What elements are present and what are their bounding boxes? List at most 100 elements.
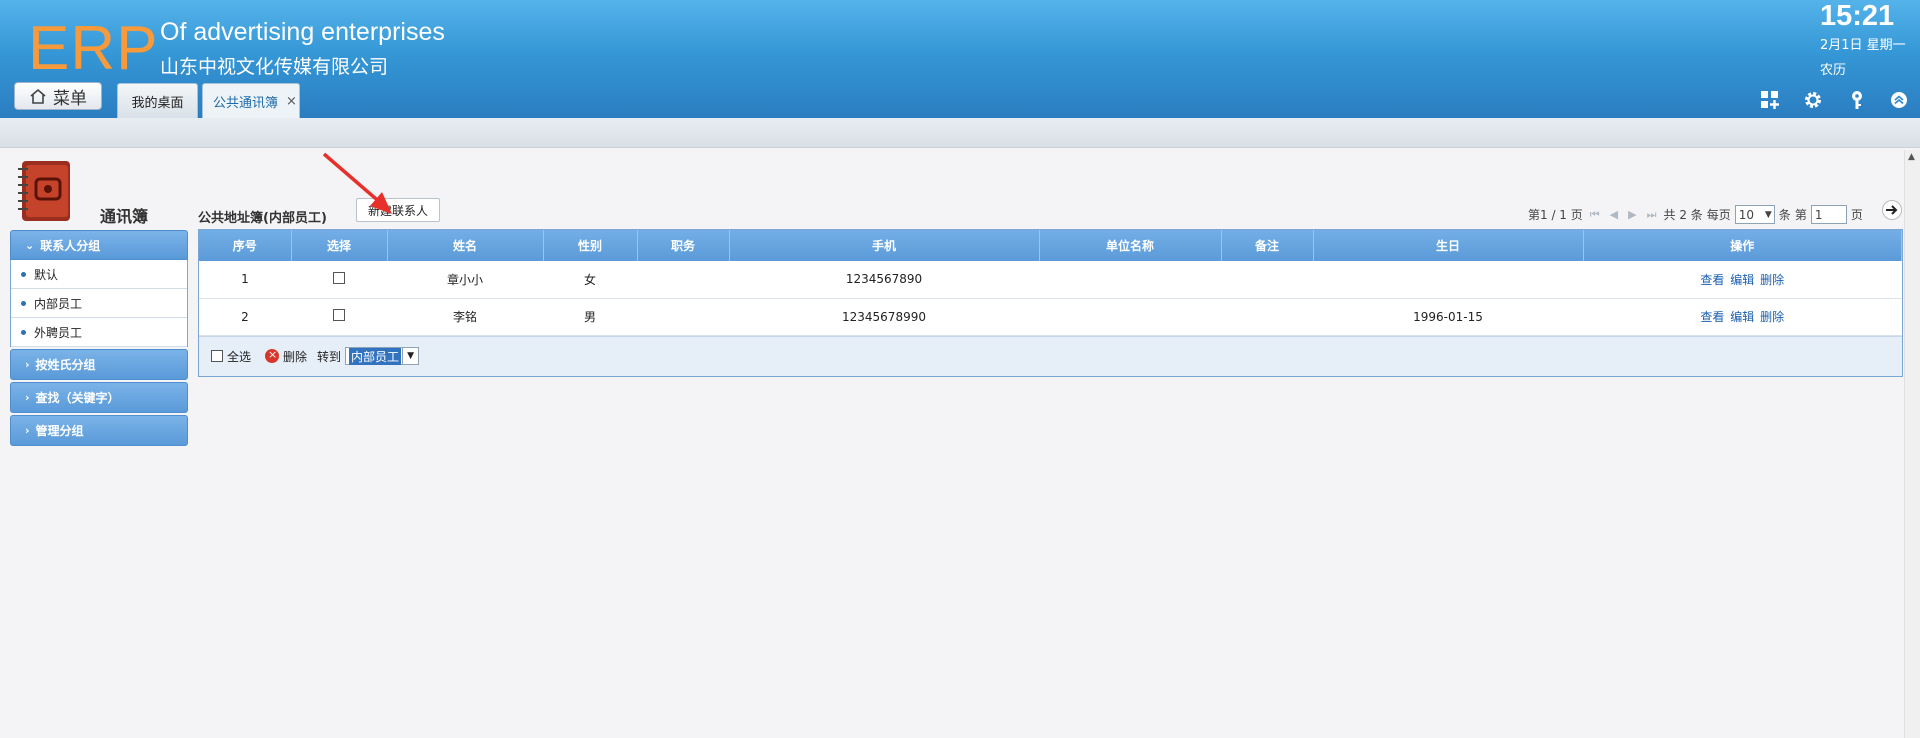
- per-page-label: 每页: [1706, 208, 1731, 222]
- bullet-icon: [21, 271, 26, 277]
- column-header[interactable]: 单位名称: [1039, 230, 1222, 261]
- table-row: 1 章小小 女 1234567890 查看 编辑 删除: [199, 261, 1902, 299]
- cell-company: [1039, 298, 1221, 336]
- total-count: 共 2 条: [1663, 208, 1703, 222]
- edit-link[interactable]: 编辑: [1730, 310, 1754, 324]
- chevron-down-icon: ▼: [1764, 209, 1772, 220]
- cell-select: [291, 298, 387, 336]
- tab-public-contacts[interactable]: 公共通讯簿 ×: [202, 83, 300, 118]
- erp-logo: ERP: [28, 14, 159, 83]
- cell-name: 章小小: [387, 261, 543, 299]
- row-checkbox[interactable]: [333, 309, 345, 321]
- address-book-title: 通讯簿: [100, 207, 149, 226]
- cell-remark: [1221, 261, 1313, 299]
- group-list: 默认 内部员工 外聘员工: [10, 260, 188, 347]
- cell-select: [291, 261, 387, 299]
- group-item-default[interactable]: 默认: [11, 260, 187, 289]
- cell-no: 2: [199, 298, 291, 336]
- go-arrow-icon[interactable]: [1882, 200, 1902, 220]
- table-row: 2 李铭 男 12345678990 1996-01-15 查看 编辑 删除: [199, 298, 1902, 336]
- grid-add-icon[interactable]: [1758, 88, 1782, 112]
- grid-footer: 全选 删除 转到 内部员工 ▼: [199, 335, 1902, 376]
- cell-mobile: 1234567890: [729, 261, 1039, 299]
- cell-birthday: [1313, 261, 1583, 299]
- cell-actions: 查看 编辑 删除: [1583, 261, 1902, 299]
- date-display: 2月1日 星期一: [1820, 38, 1906, 53]
- column-header[interactable]: 选择: [291, 230, 388, 261]
- tab-my-desktop[interactable]: 我的桌面: [117, 83, 198, 118]
- tab-label: 我的桌面: [131, 95, 184, 111]
- chevron-right-icon: ›: [25, 358, 30, 371]
- column-header[interactable]: 职务: [637, 230, 730, 261]
- view-link[interactable]: 查看: [1700, 273, 1724, 287]
- chevron-right-icon: ›: [25, 391, 30, 404]
- column-header[interactable]: 序号: [199, 230, 292, 261]
- delete-link[interactable]: 删除: [1760, 310, 1784, 324]
- column-header[interactable]: 姓名: [387, 230, 544, 261]
- delete-link[interactable]: 删除: [1760, 273, 1784, 287]
- annotation-arrow-icon: [320, 150, 400, 223]
- contact-sidebar: ⌄ 联系人分组 默认 内部员工 外聘员工 › 按姓氏分组 › 查找（关键字） ›…: [10, 230, 188, 446]
- move-to-label: 转到: [317, 349, 342, 364]
- bullet-icon: [21, 300, 26, 306]
- first-page-icon[interactable]: ⏮: [1590, 208, 1600, 222]
- column-header[interactable]: 手机: [729, 230, 1040, 261]
- cell-gender: 女: [543, 261, 637, 299]
- section-label: 管理分组: [35, 424, 84, 438]
- next-page-icon[interactable]: ▶: [1628, 208, 1636, 221]
- goto-label: 第: [1794, 208, 1807, 222]
- edit-link[interactable]: 编辑: [1730, 273, 1754, 287]
- last-page-icon[interactable]: ⏭: [1647, 208, 1657, 222]
- clock: 15:21: [1820, 0, 1895, 32]
- company-name-en: Of advertising enterprises: [160, 18, 445, 46]
- column-header[interactable]: 备注: [1221, 230, 1314, 261]
- vertical-scrollbar[interactable]: ▲: [1904, 150, 1920, 738]
- delete-selected-button[interactable]: 删除: [283, 348, 307, 365]
- page-size-select[interactable]: 10 ▼: [1734, 205, 1775, 224]
- delete-icon[interactable]: [265, 348, 280, 363]
- page-info: 第1 / 1 页: [1528, 208, 1583, 222]
- section-label: 联系人分组: [40, 238, 101, 253]
- select-all-checkbox[interactable]: [211, 350, 223, 362]
- cell-actions: 查看 编辑 删除: [1583, 298, 1902, 336]
- menu-label: 菜单: [53, 88, 87, 109]
- contacts-grid: 序号 选择 姓名 性别 职务 手机 单位名称 备注 生日 操作 1 章小小 女 …: [198, 229, 1903, 377]
- group-label: 内部员工: [34, 296, 83, 311]
- scroll-up-icon[interactable]: ▲: [1908, 152, 1915, 162]
- page-number-input[interactable]: 1: [1810, 205, 1847, 224]
- prev-page-icon[interactable]: ◀: [1610, 208, 1618, 221]
- home-icon: [30, 88, 46, 104]
- group-item-external[interactable]: 外聘员工: [11, 318, 187, 347]
- page-suffix: 页: [1850, 208, 1863, 222]
- lunar-date[interactable]: 农历: [1820, 59, 1846, 78]
- address-book-icon: [14, 157, 74, 226]
- section-label: 按姓氏分组: [35, 358, 96, 372]
- column-header[interactable]: 生日: [1313, 230, 1584, 261]
- row-checkbox[interactable]: [333, 271, 345, 284]
- chevron-down-icon: ⌄: [25, 238, 35, 252]
- section-manage-groups[interactable]: › 管理分组: [10, 415, 188, 446]
- gear-icon[interactable]: [1801, 88, 1825, 112]
- toolbar-strip: [0, 118, 1920, 148]
- cell-company: [1039, 261, 1221, 299]
- column-header[interactable]: 性别: [543, 230, 638, 261]
- select-all-label[interactable]: 全选: [227, 348, 251, 365]
- chevron-down-icon: ▼: [402, 348, 418, 364]
- page-size-value: 10: [1738, 207, 1755, 222]
- view-link[interactable]: 查看: [1700, 310, 1724, 324]
- section-label: 查找（关键字）: [35, 391, 120, 405]
- section-by-surname[interactable]: › 按姓氏分组: [10, 349, 188, 380]
- move-to-select[interactable]: 内部员工 ▼: [345, 347, 420, 365]
- group-item-internal[interactable]: 内部员工: [11, 289, 187, 318]
- key-icon[interactable]: [1845, 88, 1869, 112]
- cell-name: 李铭: [387, 298, 543, 336]
- table-header-row: 序号 选择 姓名 性别 职务 手机 单位名称 备注 生日 操作: [199, 230, 1902, 261]
- column-header: 操作: [1583, 230, 1902, 261]
- bullet-icon: [21, 329, 26, 335]
- section-search[interactable]: › 查找（关键字）: [10, 382, 188, 413]
- close-icon[interactable]: ×: [286, 94, 297, 109]
- menu-button[interactable]: 菜单: [14, 82, 102, 110]
- cell-gender: 男: [543, 298, 637, 336]
- contact-groups-header[interactable]: ⌄ 联系人分组: [10, 230, 188, 260]
- collapse-up-icon[interactable]: [1887, 88, 1911, 112]
